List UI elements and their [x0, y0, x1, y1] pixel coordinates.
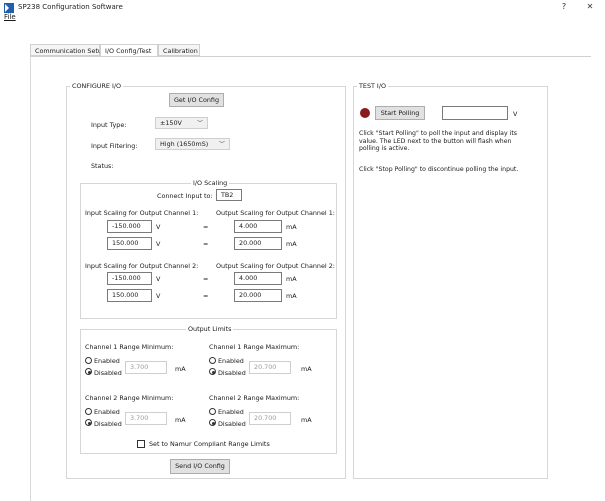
ch1-input-high-unit: V [156, 240, 161, 248]
ch2-min-field[interactable]: 3.700 [125, 412, 167, 425]
start-polling-button[interactable]: Start Polling [375, 106, 425, 120]
ch2-min-enabled-radio[interactable] [85, 408, 92, 415]
ch1-max-enabled-label: Enabled [218, 357, 244, 365]
ch2-min-disabled-label: Disabled [94, 420, 122, 428]
tab-communication-setup[interactable]: Communication Setup [30, 44, 106, 56]
help-button[interactable]: ? [554, 2, 574, 14]
ch2-input-low-field[interactable]: -150.000 [107, 272, 152, 285]
chevron-down-icon: ﹀ [196, 120, 203, 127]
ch2-input-high-field[interactable]: 150.000 [107, 289, 152, 302]
ch1-input-low-field[interactable]: -150.000 [107, 220, 152, 233]
ch2-input-scaling-header: Input Scaling for Output Channel 2: [85, 262, 199, 270]
output-limits-title: Output Limits [186, 325, 234, 333]
ch2-high-equals: = [203, 292, 209, 300]
input-filtering-label: Input Filtering: [91, 142, 138, 150]
ch2-input-low-unit: V [156, 275, 161, 283]
ch2-output-low-unit: mA [286, 275, 297, 283]
polling-led-icon [360, 108, 370, 118]
ch1-output-high-field[interactable]: 20.000 [234, 237, 282, 250]
ch1-range-max-label: Channel 1 Range Maximum: [209, 343, 300, 351]
input-type-value: ±150V [160, 119, 182, 127]
ch1-min-enabled-radio[interactable] [85, 357, 92, 364]
ch1-max-disabled-label: Disabled [218, 369, 246, 377]
ch1-input-scaling-header: Input Scaling for Output Channel 1: [85, 209, 199, 217]
ch1-max-field[interactable]: 20.700 [249, 361, 291, 374]
ch1-min-enabled-label: Enabled [94, 357, 120, 365]
ch2-max-disabled-radio[interactable] [209, 419, 216, 426]
ch2-min-unit: mA [175, 416, 186, 424]
polling-value-field[interactable] [442, 106, 508, 120]
ch2-low-equals: = [203, 275, 209, 283]
send-io-config-button[interactable]: Send I/O Config [170, 459, 230, 474]
namur-label: Set to Namur Compliant Range Limits [149, 440, 270, 448]
ch1-output-scaling-header: Output Scaling for Output Channel 1: [216, 209, 335, 217]
test-io-title: TEST I/O [357, 82, 389, 90]
configure-io-title: CONFIGURE I/O [70, 82, 124, 90]
connect-input-field[interactable]: TB2 [216, 189, 242, 201]
ch1-output-high-unit: mA [286, 240, 297, 248]
ch1-input-high-field[interactable]: 150.000 [107, 237, 152, 250]
ch1-output-low-field[interactable]: 4.000 [234, 220, 282, 233]
close-icon[interactable]: ✕ [580, 2, 600, 14]
io-scaling-title: I/O Scaling [191, 179, 230, 187]
input-type-label: Input Type: [91, 121, 127, 129]
ch1-max-enabled-radio[interactable] [209, 357, 216, 364]
ch2-range-min-label: Channel 2 Range Minimum: [85, 394, 174, 402]
ch2-output-low-field[interactable]: 4.000 [234, 272, 282, 285]
tab-calibration[interactable]: Calibration [158, 44, 200, 56]
ch2-range-max-label: Channel 2 Range Maximum: [209, 394, 300, 402]
ch2-min-disabled-radio[interactable] [85, 419, 92, 426]
ch1-min-unit: mA [175, 365, 186, 373]
ch2-min-enabled-label: Enabled [94, 408, 120, 416]
ch1-min-disabled-radio[interactable] [85, 368, 92, 375]
polling-unit: V [513, 110, 518, 118]
namur-checkbox[interactable] [137, 440, 145, 448]
ch1-input-low-unit: V [156, 223, 161, 231]
menu-file[interactable]: File [4, 13, 16, 21]
ch2-output-high-field[interactable]: 20.000 [234, 289, 282, 302]
input-type-select[interactable]: ±150V ﹀ [155, 117, 208, 129]
ch1-range-min-label: Channel 1 Range Minimum: [85, 343, 174, 351]
window-title: SP238 Configuration Software [18, 3, 123, 11]
ch1-min-field[interactable]: 3.700 [125, 361, 167, 374]
ch1-low-equals: = [203, 223, 209, 231]
get-io-config-button[interactable]: Get I/O Config [169, 93, 224, 107]
input-filtering-value: High (1650mS) [160, 140, 209, 148]
ch2-max-enabled-radio[interactable] [209, 408, 216, 415]
ch1-output-low-unit: mA [286, 223, 297, 231]
app-logo-icon [4, 3, 14, 13]
ch2-max-disabled-label: Disabled [218, 420, 246, 428]
ch2-max-unit: mA [301, 416, 312, 424]
stop-polling-instructions: Click "Stop Polling" to discontinue poll… [359, 166, 519, 173]
ch2-input-high-unit: V [156, 292, 161, 300]
ch2-max-field[interactable]: 20.700 [249, 412, 291, 425]
chevron-down-icon: ﹀ [218, 141, 225, 148]
connect-input-label: Connect Input to: [157, 192, 213, 200]
ch2-max-enabled-label: Enabled [218, 408, 244, 416]
ch1-max-unit: mA [301, 365, 312, 373]
ch1-max-disabled-radio[interactable] [209, 368, 216, 375]
ch1-min-disabled-label: Disabled [94, 369, 122, 377]
ch1-high-equals: = [203, 240, 209, 248]
input-filtering-select[interactable]: High (1650mS) ﹀ [155, 138, 230, 150]
status-label: Status: [91, 162, 114, 170]
ch2-output-high-unit: mA [286, 292, 297, 300]
polling-instructions: Click "Start Polling" to poll the input … [359, 130, 517, 153]
ch2-output-scaling-header: Output Scaling for Output Channel 2: [216, 262, 335, 270]
